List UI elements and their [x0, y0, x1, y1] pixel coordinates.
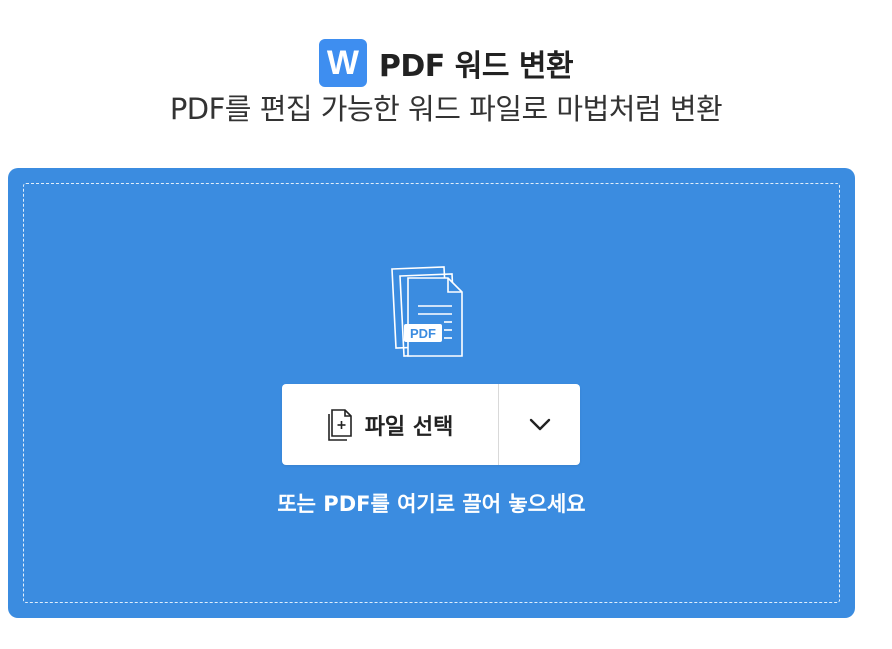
file-select-button-group: 파일 선택 — [282, 384, 580, 465]
drop-hint-text: 또는 PDF를 여기로 끌어 놓으세요 — [277, 492, 586, 516]
page-subtitle: PDF를 편집 가능한 워드 파일로 마법처럼 변환 — [169, 92, 723, 126]
logo-letter: W — [326, 43, 359, 82]
pdf-badge-text: PDF — [410, 326, 436, 341]
page-title: PDF 워드 변환 — [378, 49, 574, 84]
page-header: W PDF 워드 변환 PDF를 편집 가능한 워드 파일로 마법처럼 변환 — [0, 0, 892, 140]
chevron-down-icon — [529, 418, 550, 430]
title-row: W PDF 워드 변환 — [0, 38, 892, 88]
file-add-icon — [327, 408, 352, 441]
more-sources-dropdown-button[interactable] — [499, 384, 580, 465]
word-logo-icon: W — [318, 39, 367, 87]
pdf-files-icon: PDF — [391, 266, 463, 357]
file-drop-zone[interactable]: PDF 파일 선택 또는 PDF를 여기로 끌어 놓으세요 — [8, 168, 855, 618]
select-file-button[interactable]: 파일 선택 — [282, 384, 499, 465]
select-file-label: 파일 선택 — [364, 414, 454, 440]
